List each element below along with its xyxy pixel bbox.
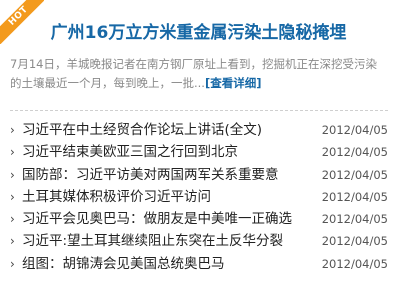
news-date: 2012/04/05 [321,167,388,182]
news-date: 2012/04/05 [321,123,388,137]
bullet-icon: › [10,212,15,227]
list-item: › 组图：胡锦涛会见美国总统奥巴马 2012/04/05 [0,253,397,275]
news-title-link[interactable]: 组图：胡锦涛会见美国总统奥巴马 [22,253,225,275]
news-title-link[interactable]: 习近平:望土耳其继续阻止东突在土反华分裂 [22,230,283,252]
news-title-link[interactable]: 土耳其媒体积极评价习近平访问 [22,186,211,208]
list-item: › 习近平:望土耳其继续阻止东突在土反华分裂 2012/04/05 [0,230,397,252]
bullet-icon: › [10,234,15,249]
summary: 7月14日，羊城晚报记者在南方钢厂原址上看到，挖掘机正在深挖受污染 的土壤最近一… [10,55,388,93]
list-item: › 土耳其媒体积极评价习近平访问 2012/04/05 [0,186,397,208]
news-date: 2012/04/05 [321,234,388,249]
news-title-link[interactable]: 国防部：习近平访美对两国两军关系重要意 [22,164,279,186]
news-list: › 习近平在中土经贸合作论坛上讲话(全文) 2012/04/05 › 习近平结束… [0,119,397,275]
summary-line-1: 7月14日，羊城晚报记者在南方钢厂原址上看到，挖掘机正在深挖受污染 [10,57,377,71]
news-title-link[interactable]: 习近平在中土经贸合作论坛上讲话(全文) [22,119,262,141]
bullet-icon: › [10,189,15,204]
news-date: 2012/04/05 [321,212,388,227]
divider [10,110,388,111]
list-item: › 国防部：习近平访美对两国两军关系重要意 2012/04/05 [0,164,397,186]
view-details-link[interactable]: [查看详细] [205,76,262,90]
bullet-icon: › [10,167,15,182]
news-date: 2012/04/05 [321,145,388,160]
list-item: › 习近平结束美欧亚三国之行回到北京 2012/04/05 [0,141,397,163]
list-item: › 习近平会见奥巴马：做朋友是中美唯一正确选 2012/04/05 [0,208,397,230]
news-date: 2012/04/05 [321,189,388,204]
bullet-icon: › [10,145,15,160]
news-title-link[interactable]: 习近平结束美欧亚三国之行回到北京 [22,141,238,163]
news-date: 2012/04/05 [321,256,388,271]
summary-line-2-text: 的土壤最近一个月，每到晚上，一批... [10,76,205,90]
headline-link[interactable]: 广州16万立方米重金属污染土隐秘掩埋 [0,21,397,45]
news-panel: HOT 广州16万立方米重金属污染土隐秘掩埋 7月14日，羊城晚报记者在南方钢厂… [0,0,397,308]
summary-line-2: 的土壤最近一个月，每到晚上，一批...[查看详细] [10,74,388,93]
news-title-link[interactable]: 习近平会见奥巴马：做朋友是中美唯一正确选 [22,208,292,230]
bullet-icon: › [10,256,15,271]
bullet-icon: › [10,123,15,137]
list-item: › 习近平在中土经贸合作论坛上讲话(全文) 2012/04/05 [0,119,397,141]
